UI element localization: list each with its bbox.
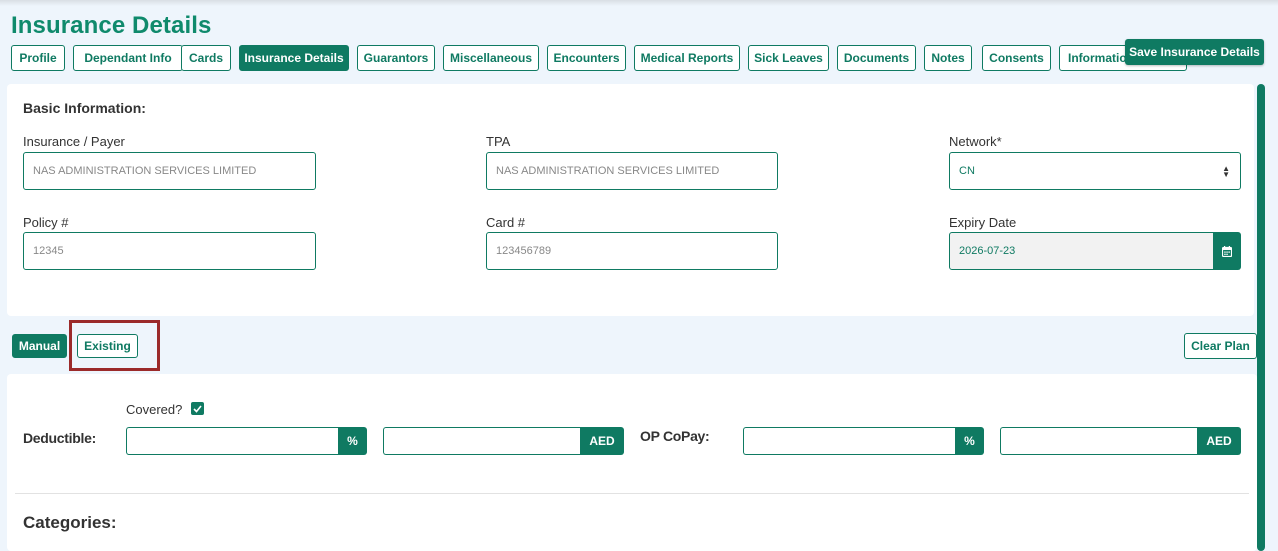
top-shadow bbox=[0, 0, 1278, 6]
tab-sick-leaves[interactable]: Sick Leaves bbox=[748, 45, 829, 71]
basic-information-card bbox=[7, 84, 1254, 316]
policy-label: Policy # bbox=[23, 215, 69, 230]
tab-documents[interactable]: Documents bbox=[837, 45, 916, 71]
deductible-percent-group: % bbox=[126, 427, 367, 455]
scrollbar[interactable] bbox=[1257, 84, 1265, 551]
deductible-percent-input[interactable] bbox=[126, 427, 338, 455]
tab-medical-reports[interactable]: Medical Reports bbox=[634, 45, 740, 71]
tab-dependant-info[interactable]: Dependant Info bbox=[73, 45, 183, 71]
card-number-label: Card # bbox=[486, 215, 526, 230]
policy-input[interactable]: 12345 bbox=[23, 232, 316, 270]
deductible-amount-group: AED bbox=[383, 427, 624, 455]
op-copay-amount-input[interactable] bbox=[1000, 427, 1197, 455]
tpa-label: TPA bbox=[486, 134, 511, 149]
network-value: CN bbox=[959, 165, 975, 177]
tab-profile[interactable]: Profile bbox=[11, 45, 65, 71]
page-title: Insurance Details bbox=[11, 12, 212, 39]
tab-insurance-details[interactable]: Insurance Details bbox=[239, 45, 349, 71]
covered-checkbox[interactable] bbox=[191, 402, 204, 415]
insurance-payer-label: Insurance / Payer bbox=[23, 134, 125, 149]
tab-guarantors[interactable]: Guarantors bbox=[357, 45, 435, 71]
network-label: Network* bbox=[949, 134, 1002, 149]
existing-highlight-box bbox=[69, 320, 160, 371]
op-copay-amount-addon: AED bbox=[1197, 427, 1241, 455]
tab-consents[interactable]: Consents bbox=[982, 45, 1051, 71]
tab-encounters[interactable]: Encounters bbox=[547, 45, 626, 71]
op-copay-percent-addon: % bbox=[955, 427, 984, 455]
divider bbox=[15, 493, 1249, 494]
covered-label: Covered? bbox=[126, 402, 183, 417]
categories-title: Categories: bbox=[23, 513, 117, 532]
plan-card bbox=[7, 374, 1257, 551]
deductible-amount-input[interactable] bbox=[383, 427, 580, 455]
check-icon bbox=[193, 404, 202, 413]
deductible-percent-addon: % bbox=[338, 427, 367, 455]
expiry-date-input[interactable]: 2026-07-23 bbox=[949, 232, 1214, 270]
op-copay-percent-group: % bbox=[743, 427, 984, 455]
op-copay-amount-group: AED bbox=[1000, 427, 1241, 455]
deductible-amount-addon: AED bbox=[580, 427, 624, 455]
insurance-payer-input[interactable]: NAS ADMINISTRATION SERVICES LIMITED bbox=[23, 152, 316, 190]
basic-information-title: Basic Information: bbox=[23, 100, 146, 116]
calendar-button[interactable] bbox=[1213, 232, 1241, 270]
tab-cards[interactable]: Cards bbox=[181, 45, 231, 71]
tab-miscellaneous[interactable]: Miscellaneous bbox=[443, 45, 539, 71]
clear-plan-button[interactable]: Clear Plan bbox=[1184, 333, 1257, 359]
deductible-label: Deductible: bbox=[23, 430, 96, 446]
tab-notes[interactable]: Notes bbox=[924, 45, 972, 71]
save-insurance-details-button[interactable]: Save Insurance Details bbox=[1125, 39, 1264, 65]
select-arrows-icon: ▲ ▼ bbox=[1222, 164, 1230, 179]
calendar-icon bbox=[1222, 245, 1232, 257]
expiry-date-label: Expiry Date bbox=[949, 215, 1017, 230]
tpa-input[interactable]: NAS ADMINISTRATION SERVICES LIMITED bbox=[486, 152, 778, 190]
op-copay-label: OP CoPay: bbox=[640, 428, 710, 444]
card-number-input[interactable]: 123456789 bbox=[486, 232, 778, 270]
manual-button[interactable]: Manual bbox=[12, 334, 67, 358]
network-select[interactable]: CN ▲ ▼ bbox=[949, 152, 1241, 190]
op-copay-percent-input[interactable] bbox=[743, 427, 955, 455]
